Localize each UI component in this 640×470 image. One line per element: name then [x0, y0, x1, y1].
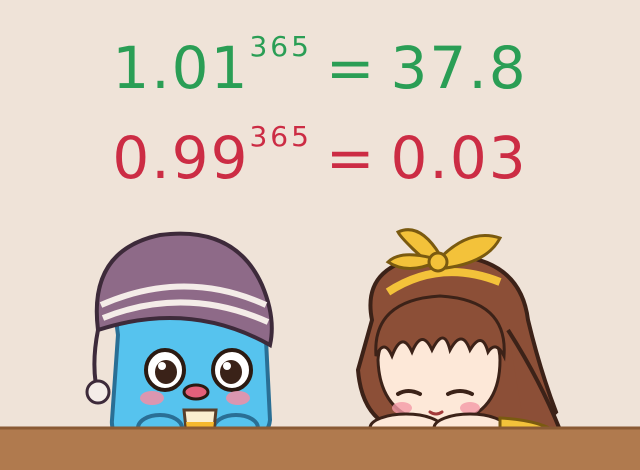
meme-scene: 1.01365 = 37.8 0.99365 = 0.03	[0, 0, 640, 470]
blob-cheek-left	[140, 391, 164, 405]
blob-cheek-right	[226, 391, 250, 405]
table-surface	[0, 428, 640, 470]
pompom-icon	[85, 379, 111, 405]
illustration	[0, 228, 640, 470]
girl-character-icon	[355, 228, 563, 448]
blob-character-icon	[85, 231, 274, 444]
blob-mouth	[182, 383, 210, 401]
